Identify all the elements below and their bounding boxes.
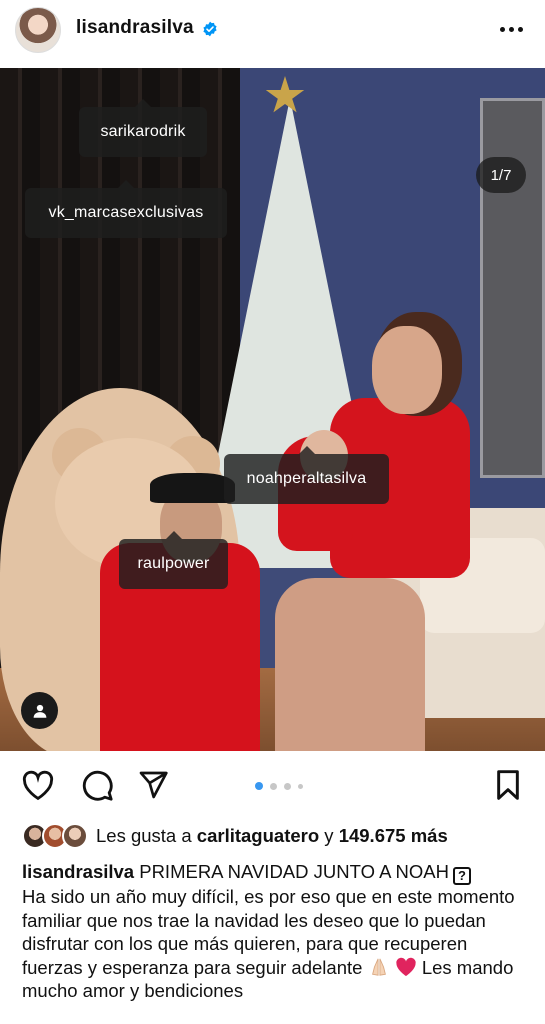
verified-badge-icon bbox=[203, 21, 217, 37]
caption-title: PRIMERA NAVIDAD JUNTO A NOAH bbox=[139, 861, 450, 882]
likes-count-link[interactable]: 149.675 más bbox=[339, 825, 448, 847]
photo-man-hat bbox=[150, 473, 235, 503]
likes-connector: y bbox=[324, 825, 334, 846]
post-photo[interactable]: 1/7 sarikarodrik vk_marcasexclusivas noa… bbox=[0, 68, 545, 751]
photo-woman-legs bbox=[275, 578, 425, 751]
send-icon[interactable] bbox=[135, 767, 171, 803]
caption-username[interactable]: lisandrasilva bbox=[22, 861, 134, 882]
carousel-dots bbox=[255, 782, 303, 790]
likes-user-link[interactable]: carlitaguatero bbox=[197, 825, 319, 847]
red-heart-icon bbox=[396, 957, 416, 976]
photo-woman-head bbox=[372, 326, 442, 414]
user-tag[interactable]: raulpower bbox=[119, 531, 228, 589]
carousel-dot bbox=[284, 782, 291, 790]
user-tag[interactable]: noahperaltasilva bbox=[224, 446, 389, 504]
user-icon[interactable] bbox=[21, 692, 58, 729]
username-link[interactable]: lisandrasilva bbox=[76, 17, 194, 39]
more-horizontal-icon[interactable] bbox=[500, 27, 523, 32]
likes-prefix: Les gusta a bbox=[96, 825, 192, 846]
likes-row[interactable]: Les gusta a carlitaguatero y 149.675 más bbox=[22, 822, 448, 850]
caption-unknown-glyph: ? bbox=[453, 867, 472, 885]
profile-avatar[interactable] bbox=[15, 7, 61, 53]
user-tag[interactable]: vk_marcasexclusivas bbox=[25, 180, 227, 238]
liker-avatar bbox=[62, 823, 88, 849]
heart-icon[interactable] bbox=[20, 767, 56, 803]
carousel-dot bbox=[298, 783, 303, 789]
user-tag[interactable]: sarikarodrik bbox=[79, 99, 207, 157]
liker-avatars bbox=[22, 823, 90, 849]
post-header: lisandrasilva bbox=[0, 0, 545, 64]
bookmark-icon[interactable] bbox=[490, 767, 526, 803]
post-caption: lisandrasilva PRIMERA NAVIDAD JUNTO A NO… bbox=[22, 860, 527, 1003]
carousel-dot-active bbox=[255, 782, 263, 790]
comment-icon[interactable] bbox=[79, 767, 115, 803]
carousel-counter: 1/7 bbox=[476, 157, 526, 193]
folded-hands-icon bbox=[371, 958, 386, 976]
photo-mirror-frame bbox=[480, 98, 545, 478]
carousel-dot bbox=[270, 782, 277, 790]
